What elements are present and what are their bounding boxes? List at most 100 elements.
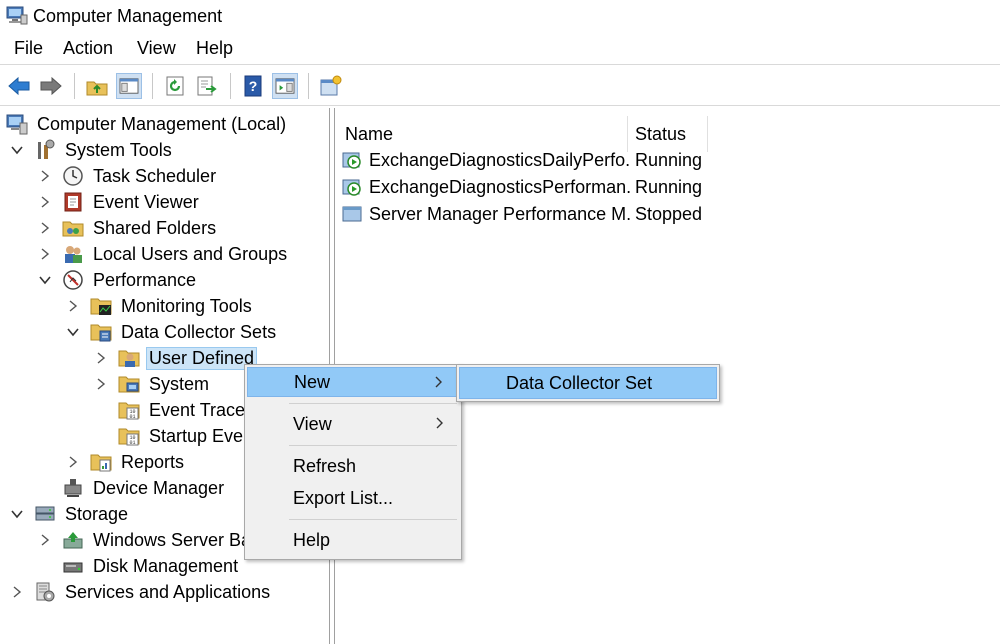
clock-icon: [62, 165, 84, 187]
storage-icon: [34, 503, 56, 525]
tree-node-services-and-applications[interactable]: Services and Applications: [10, 579, 273, 605]
svg-text:01: 01: [129, 414, 135, 420]
chevron-down-icon[interactable]: [66, 325, 80, 339]
help-icon[interactable]: ?: [240, 73, 266, 99]
toolbar-separator: [152, 73, 153, 99]
tree-node-user-defined[interactable]: User Defined: [94, 345, 258, 371]
reports-folder-icon: [90, 451, 112, 473]
chevron-right-icon: [435, 376, 442, 388]
chevron-right-icon[interactable]: [38, 533, 52, 547]
chevron-right-icon[interactable]: [94, 377, 108, 391]
row-name: ExchangeDiagnosticsPerforman...: [369, 176, 631, 197]
list-row[interactable]: ExchangeDiagnosticsDailyPerfo... Running: [341, 147, 702, 173]
column-divider[interactable]: [707, 116, 708, 152]
show-hide-console-tree-icon[interactable]: [116, 73, 142, 99]
computer-management-icon: [6, 113, 28, 135]
svg-text:?: ?: [249, 78, 258, 94]
menu-view[interactable]: View: [137, 38, 176, 59]
system-tools-icon: [34, 139, 56, 161]
tree-node-startup-event-trace[interactable]: 10 01 Startup Even: [118, 423, 256, 449]
chevron-right-icon[interactable]: [38, 221, 52, 235]
menu-separator: [289, 445, 457, 446]
tree-node-data-collector-sets[interactable]: Data Collector Sets: [66, 319, 279, 345]
row-name: Server Manager Performance M...: [369, 203, 631, 224]
toolbar: ?: [0, 64, 1000, 106]
properties-icon[interactable]: [318, 73, 344, 99]
tree-node-reports[interactable]: Reports: [66, 449, 187, 475]
chevron-down-icon[interactable]: [10, 143, 24, 157]
tree-node-event-viewer[interactable]: Event Viewer: [38, 189, 202, 215]
svg-text:01: 01: [129, 440, 135, 446]
menu-action[interactable]: Action: [63, 38, 113, 59]
performance-icon: [62, 269, 84, 291]
list-row[interactable]: Server Manager Performance M... Stopped: [341, 201, 702, 227]
title-bar: Computer Management: [0, 0, 1000, 34]
binary-folder-icon: 10 01: [118, 399, 140, 421]
chevron-right-icon[interactable]: [38, 169, 52, 183]
context-menu-help[interactable]: Help: [247, 525, 459, 555]
tree-node-event-trace-sessions[interactable]: 10 01 Event Trace S: [118, 397, 265, 423]
chevron-right-icon[interactable]: [66, 455, 80, 469]
chevron-right-icon[interactable]: [38, 195, 52, 209]
running-collector-icon: [342, 179, 361, 196]
row-status: Running: [635, 176, 703, 197]
chevron-right-icon[interactable]: [66, 299, 80, 313]
back-arrow-icon[interactable]: [6, 73, 32, 99]
monitoring-folder-icon: [90, 295, 112, 317]
device-manager-icon: [62, 477, 84, 499]
submenu-data-collector-set[interactable]: Data Collector Set: [459, 367, 717, 399]
window-title: Computer Management: [33, 6, 223, 26]
tree-node-device-manager[interactable]: Device Manager: [62, 475, 227, 501]
system-folder-icon: [118, 373, 140, 395]
tree-node-storage[interactable]: Storage: [10, 501, 131, 527]
tree-node-computer-management[interactable]: Computer Management (Local): [6, 111, 289, 137]
submenu-new: Data Collector Set: [456, 364, 720, 402]
binary-folder-icon: 10 01: [118, 425, 140, 447]
tree-node-performance[interactable]: Performance: [38, 267, 199, 293]
toolbar-separator: [74, 73, 75, 99]
up-folder-icon[interactable]: [84, 73, 110, 99]
computer-management-icon: [6, 6, 28, 26]
context-menu: New View Refresh Export List... Help: [244, 364, 462, 560]
stopped-collector-icon: [342, 206, 362, 222]
list-row[interactable]: ExchangeDiagnosticsPerforman... Running: [341, 174, 702, 200]
chevron-right-icon[interactable]: [94, 351, 108, 365]
tree-node-local-users-and-groups[interactable]: Local Users and Groups: [38, 241, 290, 267]
services-icon: [34, 581, 56, 603]
menu-separator: [289, 519, 457, 520]
refresh-icon[interactable]: [162, 73, 188, 99]
tree-node-task-scheduler[interactable]: Task Scheduler: [38, 163, 219, 189]
running-collector-icon: [342, 152, 361, 169]
context-menu-view[interactable]: View: [247, 409, 459, 439]
tree-node-shared-folders[interactable]: Shared Folders: [38, 215, 219, 241]
row-status: Stopped: [635, 203, 703, 224]
chevron-down-icon[interactable]: [10, 507, 24, 521]
row-name: ExchangeDiagnosticsDailyPerfo...: [369, 149, 631, 170]
chevron-right-icon[interactable]: [38, 247, 52, 261]
chevron-down-icon[interactable]: [38, 273, 52, 287]
tree-node-disk-management[interactable]: Disk Management: [62, 553, 241, 579]
tree-node-windows-server-backup[interactable]: Windows Server Bac: [38, 527, 263, 553]
tree-node-system[interactable]: System: [94, 371, 212, 397]
tree-node-system-tools[interactable]: System Tools: [10, 137, 175, 163]
chevron-right-icon[interactable]: [10, 585, 24, 599]
row-status: Running: [635, 149, 703, 170]
toolbar-separator: [230, 73, 231, 99]
export-list-icon[interactable]: [194, 73, 220, 99]
context-menu-new[interactable]: New: [247, 367, 459, 397]
menu-separator: [289, 403, 457, 404]
show-hide-action-pane-icon[interactable]: [272, 73, 298, 99]
context-menu-export-list[interactable]: Export List...: [247, 483, 459, 513]
menu-help[interactable]: Help: [196, 38, 233, 59]
data-collector-folder-icon: [90, 321, 112, 343]
tree-node-monitoring-tools[interactable]: Monitoring Tools: [66, 293, 255, 319]
user-defined-folder-icon: [118, 347, 140, 369]
shared-folders-icon: [62, 217, 84, 239]
menu-bar: File Action View Help: [0, 36, 1000, 64]
toolbar-separator: [308, 73, 309, 99]
context-menu-refresh[interactable]: Refresh: [247, 451, 459, 481]
chevron-right-icon: [436, 417, 443, 429]
menu-file[interactable]: File: [14, 38, 43, 59]
backup-icon: [62, 529, 84, 551]
forward-arrow-icon[interactable]: [38, 73, 64, 99]
